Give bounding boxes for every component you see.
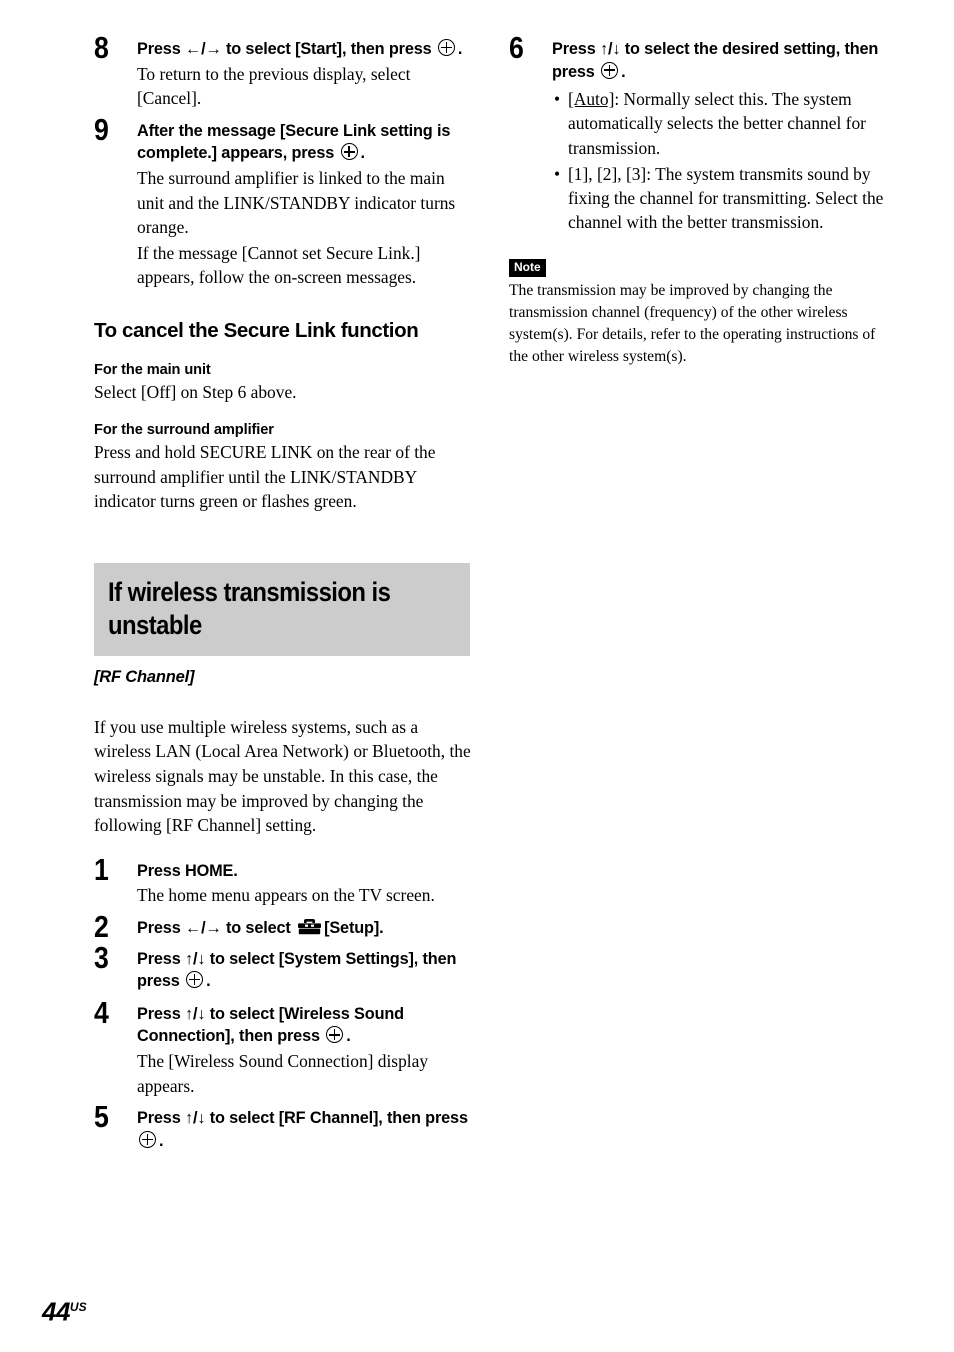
step-9: 9 After the message [Secure Link setting… [94, 114, 472, 290]
option-auto-label: [Auto] [568, 89, 615, 110]
for-the-main-unit-label: For the main unit [94, 362, 211, 379]
for-the-surround-amplifier-body: Press and hold SECURE LINK on the rear o… [94, 442, 436, 512]
step-1-number: 1 [94, 851, 109, 887]
enter-button-icon [186, 971, 204, 989]
for-the-main-unit-body: Select [Off] on Step 6 above. [94, 382, 297, 403]
note-block: Note The transmission may be improved by… [509, 258, 887, 367]
page-number: 44US [42, 1294, 87, 1325]
page-region-suffix: US [69, 1300, 87, 1315]
step-2: 2 Press ←/→ to select [Setup]. [94, 911, 472, 942]
step-3-number: 3 [94, 939, 109, 975]
enter-button-icon [326, 1026, 344, 1044]
manual-page: 8 Press ←/→ to select [Start], then pres… [0, 0, 954, 1352]
step-5: 5 Press ↑/↓ to select [RF Channel], then… [94, 1101, 472, 1152]
step-8-title: Press ←/→ to select [Start], then press … [137, 38, 472, 61]
step-5-title-text: Press ↑/↓ to select [RF Channel], then p… [137, 1109, 468, 1128]
step-3-title: Press ↑/↓ to select [System Settings], t… [137, 948, 472, 993]
step-4-number: 4 [94, 994, 109, 1030]
cancel-secure-link-heading: To cancel the Secure Link function [94, 318, 419, 342]
unstable-transmission-intro: If you use multiple wireless systems, su… [94, 716, 471, 836]
step-9-title: After the message [Secure Link setting i… [137, 120, 472, 165]
step-8-title-suffix: . [457, 40, 463, 58]
unstable-transmission-title: If wireless transmission is unstable [108, 576, 391, 640]
step-9-number: 9 [94, 111, 109, 147]
option-channels-description: [1], [2], [3]: The system transmits soun… [568, 163, 884, 233]
step-4-title-suffix: . [346, 1027, 351, 1046]
left-column: 8 Press ←/→ to select [Start], then pres… [94, 32, 472, 1154]
step-6-number: 6 [509, 30, 524, 65]
step-5-title-suffix: . [159, 1131, 164, 1150]
enter-button-icon [437, 39, 455, 56]
step-9-title-suffix: . [360, 144, 366, 163]
step-6-title: Press ↑/↓ to select the desired setting,… [552, 38, 887, 83]
step-6: 6 Press ↑/↓ to select the desired settin… [509, 32, 887, 234]
step-6-options-list: [Auto]: Normally select this. The system… [552, 87, 887, 234]
step-8: 8 Press ←/→ to select [Start], then pres… [94, 32, 472, 111]
step-9-title-text: After the message [Secure Link setting i… [137, 121, 451, 163]
step-4: 4 Press ↑/↓ to select [Wireless Sound Co… [94, 997, 472, 1098]
step-3-title-text: Press ↑/↓ to select [System Settings], t… [137, 949, 457, 991]
step-9-body-2: If the message [Cannot set Secure Link.]… [137, 242, 421, 288]
step-8-title-text: Press ←/→ to select [Start], then press [137, 40, 432, 58]
for-the-surround-amplifier-label: For the surround amplifier [94, 422, 274, 439]
step-1-title: Press HOME. [137, 861, 238, 880]
step-3-title-suffix: . [206, 972, 211, 991]
enter-button-icon [340, 143, 358, 161]
step-8-number: 8 [94, 30, 109, 65]
list-item: [Auto]: Normally select this. The system… [552, 87, 887, 160]
enter-button-icon [139, 1130, 156, 1148]
step-1-body: The home menu appears on the TV screen. [137, 885, 435, 906]
step-5-title: Press ↑/↓ to select [RF Channel], then p… [137, 1107, 472, 1152]
right-column: 6 Press ↑/↓ to select the desired settin… [509, 32, 887, 368]
step-9-body-1: The surround amplifier is linked to the … [137, 167, 456, 238]
list-item: [1], [2], [3]: The system transmits soun… [552, 162, 887, 235]
step-3: 3 Press ↑/↓ to select [System Settings],… [94, 942, 472, 993]
step-4-body: The [Wireless Sound Connection] display … [137, 1050, 429, 1096]
enter-button-icon [601, 61, 619, 79]
note-badge: Note [509, 259, 546, 278]
step-6-title-text: Press ↑/↓ to select the desired setting,… [552, 40, 879, 81]
step-6-title-suffix: . [621, 62, 626, 81]
note-body: The transmission may be improved by chan… [509, 282, 876, 365]
step-2-title-suffix: [Setup]. [324, 918, 384, 937]
step-4-title-text: Press ↑/↓ to select [Wireless Sound Conn… [137, 1004, 404, 1046]
rf-channel-subtitle: [RF Channel] [94, 667, 195, 686]
step-5-number: 5 [94, 1099, 109, 1135]
step-8-body: To return to the previous display, selec… [137, 63, 411, 109]
step-1: 1 Press HOME. The home menu appears on t… [94, 854, 472, 908]
step-2-number: 2 [94, 908, 109, 944]
step-2-title: Press ←/→ to select [Setup]. [137, 917, 472, 940]
page-number-value: 44 [42, 1297, 70, 1327]
unstable-transmission-banner: If wireless transmission is unstable [94, 562, 470, 656]
step-4-title: Press ↑/↓ to select [Wireless Sound Conn… [137, 1003, 472, 1048]
setup-toolbox-icon [298, 918, 322, 935]
step-2-title-text: Press ←/→ to select [137, 918, 291, 937]
